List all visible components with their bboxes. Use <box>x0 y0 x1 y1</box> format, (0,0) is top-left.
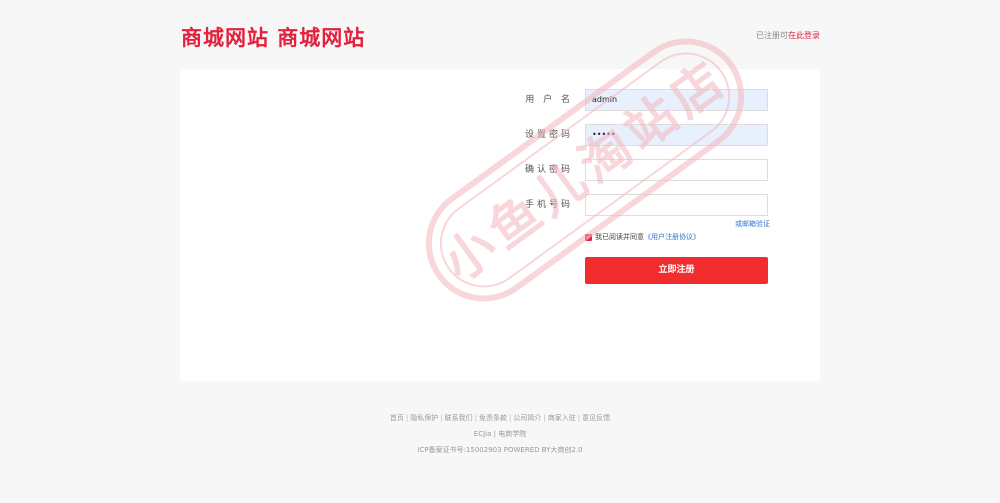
footer-icp: ICP备案证书号:15002903 POWERED BY大商创2.0 <box>417 446 583 454</box>
footer-link[interactable]: 免责条款 <box>479 414 507 422</box>
agreement-row: ✓ 我已阅读并同意《用户注册协议》 <box>585 232 700 242</box>
confirm-password-row: 确认密码 <box>180 159 820 181</box>
footer-line2[interactable]: ECJia | 电商学院 <box>0 429 1000 439</box>
phone-input[interactable] <box>585 194 768 216</box>
footer-links: 首页 | 隐私保护 | 联系我们 | 免责条款 | 公司简介 | 商家入驻 | 意见反馈 <box>0 413 1000 423</box>
footer-link[interactable]: 意见反馈 <box>582 414 610 422</box>
footer-link[interactable]: 隐私保护 <box>410 414 438 422</box>
password-label: 设置密码 <box>524 130 573 140</box>
footer-separator: | <box>405 414 409 422</box>
footer-separator: | <box>474 414 477 422</box>
footer-separator: | <box>577 414 581 422</box>
phone-row: 手机号码 <box>180 194 820 216</box>
footer-link[interactable]: 公司简介 <box>513 414 541 422</box>
username-input[interactable]: admin <box>585 89 768 111</box>
login-hint: 已注册可在此登录 <box>756 30 820 41</box>
confirm-password-label: 确认密码 <box>524 165 573 175</box>
footer-link[interactable]: 商家入驻 <box>548 414 576 422</box>
confirm-password-input[interactable] <box>585 159 768 181</box>
footer-separator: | <box>543 414 546 422</box>
password-row: 设置密码 ••••• <box>180 124 820 146</box>
footer-link[interactable]: 首页 <box>390 414 404 422</box>
agreement-link[interactable]: 《用户注册协议》 <box>644 233 700 241</box>
footer-link[interactable]: 联系我们 <box>445 414 473 422</box>
phone-label: 手机号码 <box>524 200 573 210</box>
site-logo[interactable]: 商城网站 商城网站 <box>181 22 365 52</box>
footer-separator: | <box>440 414 443 422</box>
agreement-text: 我已阅读并同意 <box>595 233 644 241</box>
username-label: 用 户 名 <box>525 95 573 105</box>
login-hint-text: 已注册可 <box>756 31 788 40</box>
email-verify-link[interactable]: 或邮箱验证 <box>735 219 770 229</box>
footer-separator: | <box>509 414 512 422</box>
login-link[interactable]: 在此登录 <box>788 31 820 40</box>
username-row: 用 户 名 admin <box>180 89 820 111</box>
password-input[interactable]: ••••• <box>585 124 768 146</box>
register-button[interactable]: 立即注册 <box>585 257 768 284</box>
register-panel: 用 户 名 admin 设置密码 ••••• 确认密码 手机号码 或邮箱验证 ✓… <box>180 69 820 381</box>
agreement-checkbox[interactable]: ✓ <box>585 233 592 241</box>
